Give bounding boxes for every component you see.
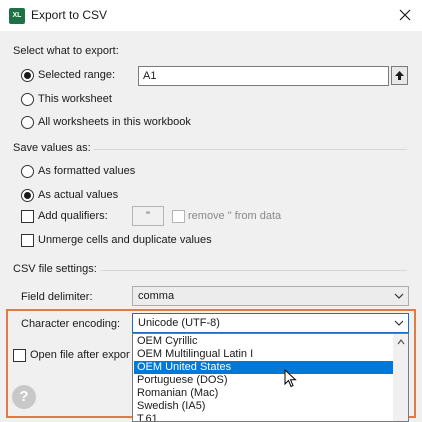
encoding-option[interactable]: Swedish (IA5): [134, 400, 393, 413]
encoding-dropdown-list[interactable]: OEM Cyrillic OEM Multilingual Latin I OE…: [132, 333, 409, 422]
unmerge-cells-checkbox[interactable]: [21, 234, 34, 247]
close-icon: [399, 9, 411, 21]
radio-actual-values-label[interactable]: As actual values: [38, 189, 118, 201]
export-section-heading: Select what to export:: [13, 45, 119, 57]
add-qualifiers-checkbox[interactable]: [21, 210, 34, 223]
radio-this-worksheet-label[interactable]: This worksheet: [38, 93, 112, 105]
close-button[interactable]: [393, 4, 417, 26]
radio-selected-range-label[interactable]: Selected range:: [38, 69, 115, 81]
scroll-up-icon[interactable]: [397, 339, 405, 345]
values-section-heading: Save values as:: [13, 142, 91, 154]
radio-formatted-values-label[interactable]: As formatted values: [38, 165, 135, 177]
chevron-down-icon: [394, 293, 404, 299]
character-encoding-label: Character encoding:: [21, 318, 121, 330]
help-button[interactable]: ?: [12, 385, 36, 409]
radio-all-worksheets-label[interactable]: All worksheets in this workbook: [38, 116, 191, 128]
encoding-option[interactable]: Romanian (Mac): [134, 387, 393, 400]
radio-actual-values[interactable]: [21, 189, 34, 202]
section-divider: [94, 149, 407, 150]
range-input[interactable]: A1: [138, 66, 389, 86]
encoding-option[interactable]: Portuguese (DOS): [134, 374, 393, 387]
encoding-option[interactable]: OEM Multilingual Latin I: [134, 348, 393, 361]
remove-quotes-checkbox[interactable]: [172, 210, 185, 223]
field-delimiter-select[interactable]: comma: [132, 286, 409, 306]
window-title: Export to CSV: [31, 8, 108, 22]
range-collapse-button[interactable]: [391, 66, 408, 85]
encoding-option[interactable]: T.61: [134, 413, 393, 421]
character-encoding-value: Unicode (UTF-8): [138, 317, 220, 329]
csv-section-heading: CSV file settings:: [13, 263, 97, 275]
unmerge-cells-label[interactable]: Unmerge cells and duplicate values: [38, 234, 212, 246]
open-after-export-label[interactable]: Open file after export: [30, 349, 130, 361]
field-delimiter-value: comma: [138, 290, 175, 302]
add-qualifiers-label[interactable]: Add qualifiers:: [38, 210, 108, 222]
remove-quotes-label: remove " from data: [188, 210, 282, 222]
help-icon: ?: [19, 388, 29, 405]
encoding-option[interactable]: OEM Cyrillic: [134, 335, 393, 348]
radio-formatted-values[interactable]: [21, 165, 34, 178]
collapse-arrow-icon: [395, 71, 404, 80]
open-after-export-checkbox[interactable]: [13, 349, 26, 362]
section-divider: [100, 270, 407, 271]
qualifier-input[interactable]: ": [132, 206, 164, 226]
radio-selected-range[interactable]: [21, 69, 34, 82]
chevron-down-icon: [394, 320, 404, 326]
radio-this-worksheet[interactable]: [21, 93, 34, 106]
mouse-cursor-icon: [284, 369, 297, 388]
radio-all-worksheets[interactable]: [21, 116, 34, 129]
encoding-option-highlighted[interactable]: OEM United States: [134, 361, 393, 374]
dropdown-scrollbar[interactable]: [393, 334, 408, 421]
excel-icon: XL: [9, 8, 25, 24]
character-encoding-select[interactable]: Unicode (UTF-8): [132, 313, 409, 333]
field-delimiter-label: Field delimiter:: [21, 291, 93, 303]
title-bar: XL Export to CSV: [0, 0, 422, 31]
